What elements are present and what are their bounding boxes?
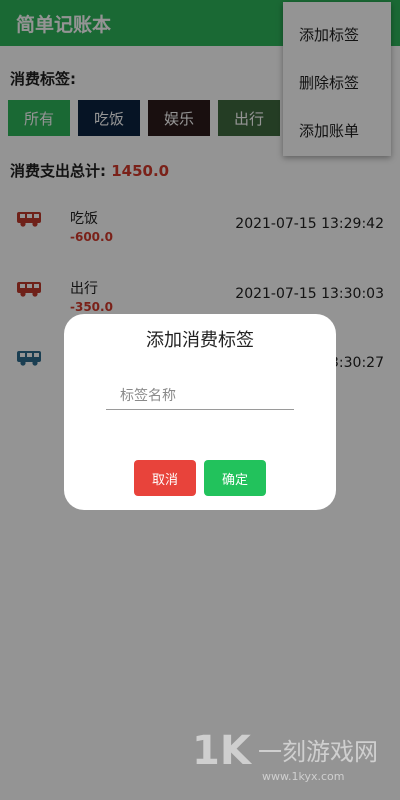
watermark-text: 一刻游戏网 (258, 738, 378, 766)
site-watermark: 1K 一刻游戏网 www.1kyx.com (192, 728, 378, 783)
confirm-button[interactable]: 确定 (204, 460, 266, 496)
cancel-button[interactable]: 取消 (134, 460, 196, 496)
tag-name-input[interactable] (106, 382, 294, 410)
watermark-url: www.1kyx.com (262, 770, 344, 783)
watermark-logo: 1K (192, 728, 253, 774)
dialog-title: 添加消费标签 (146, 330, 254, 351)
add-tag-dialog: 添加消费标签 取消 确定 (64, 314, 336, 510)
